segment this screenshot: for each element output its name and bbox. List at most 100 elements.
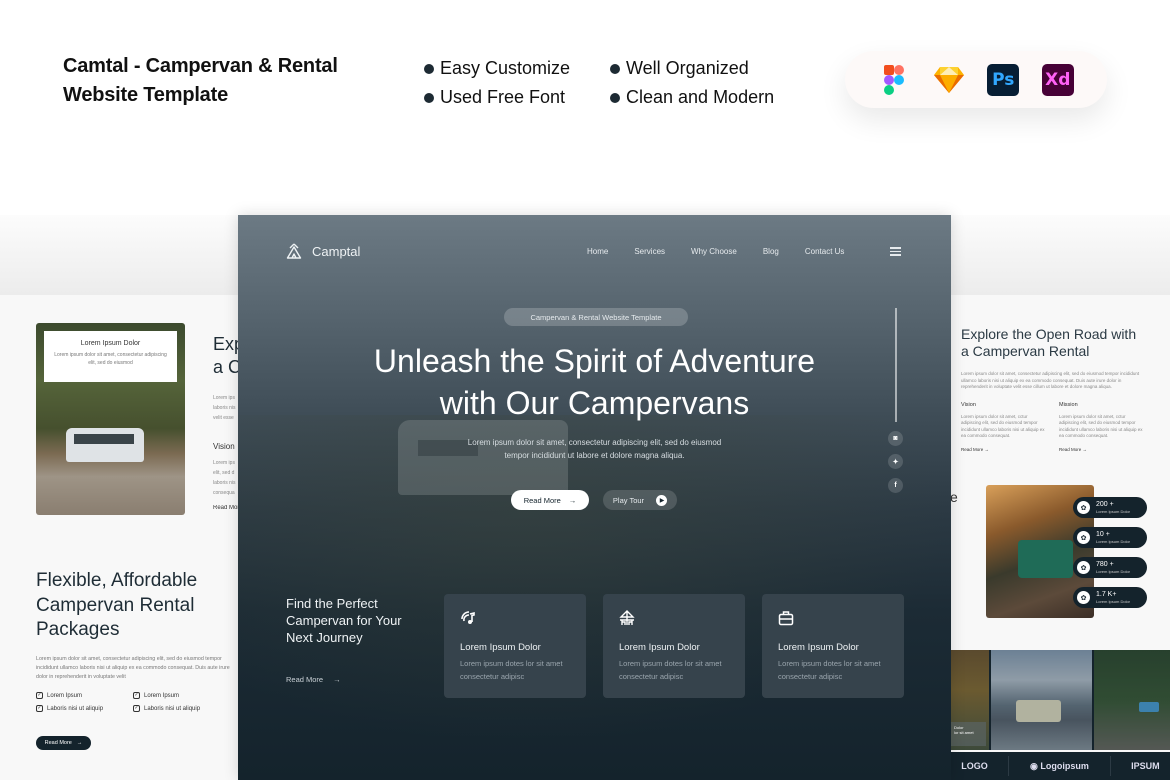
product-title-line1: Camtal - Campervan & Rental [63, 55, 338, 77]
card-desc-line: Lorem ipsum dotes lor sit amet [619, 659, 722, 668]
vision-read-more-link[interactable]: Read More [213, 505, 238, 511]
features-list-1: Easy Customize Used Free Font [424, 54, 570, 112]
play-tour-button[interactable]: Play Tour ▶ [603, 490, 677, 510]
hero-description: Lorem ipsum dolor sit amet, consectetur … [238, 436, 951, 462]
twitter-icon[interactable]: ✦ [888, 454, 903, 469]
campsite-icon [619, 610, 635, 626]
partner-logo: LOGO [961, 761, 988, 771]
feature-card[interactable]: Lorem Ipsum Dolor Lorem ipsum dotes lor … [444, 594, 586, 698]
link-label: Read More [1059, 447, 1082, 453]
check-label: Lorem Ipsum [144, 692, 180, 699]
bullet-icon [610, 63, 620, 74]
gallery-photo[interactable] [1093, 650, 1170, 750]
card-desc-line: consectetur adipisc [778, 672, 843, 681]
facebook-icon[interactable]: f [888, 478, 903, 493]
product-title-line2: Website Template [63, 84, 228, 106]
find-read-more-link[interactable]: Read More → [286, 675, 341, 684]
stat-badge: ✿ 1.7 K+ Lorem Ipsum Dolor [1073, 587, 1147, 608]
sketch-icon [933, 64, 965, 96]
burger-line [890, 247, 901, 249]
brand-logo[interactable]: Camptal [286, 243, 360, 259]
hero-title-line: with Our Campervans [439, 385, 750, 421]
mission-heading: Mission [1059, 402, 1078, 408]
heading-line: Find the Perfect [286, 596, 378, 611]
divider [1109, 756, 1111, 776]
stat-label: Lorem Ipsum Dolor [1096, 599, 1131, 604]
nav-home[interactable]: Home [587, 247, 608, 256]
briefcase-icon [778, 610, 794, 626]
green-van-image [1018, 540, 1073, 578]
explore-heading-cropped: Exp a C [213, 333, 238, 379]
brand-name: Camptal [312, 243, 361, 259]
vision-column: Vision Lorem ipsum dolor sit amet, cctur… [961, 402, 1046, 452]
tools-badge: Ps Xd [845, 51, 1107, 108]
badge-icon: ✿ [1077, 561, 1090, 574]
badge-icon: ✿ [1077, 591, 1090, 604]
check-icon: ✓ [36, 692, 43, 699]
stat-label: Lorem Ipsum Dolor [1096, 569, 1131, 574]
desc-line: Lorem ips [213, 460, 235, 466]
card-title: Lorem Ipsum Dolor [460, 642, 541, 653]
hamburger-menu-icon[interactable] [890, 247, 901, 256]
nav-contact-us[interactable]: Contact Us [805, 247, 845, 256]
desc-line: Lorem ips [213, 395, 235, 401]
feature-label: Clean and Modern [626, 87, 775, 107]
nav-blog[interactable]: Blog [763, 247, 779, 256]
explore-open-road-desc: Lorem ipsum dolor sit amet, consectetur … [961, 371, 1140, 389]
hero-read-more-button[interactable]: Read More → [511, 490, 589, 510]
heading-line: Campervan Rental [36, 594, 195, 616]
partner-logo: ◉ Logoipsum [1030, 761, 1089, 772]
mission-read-more-link[interactable]: Read More → [1059, 447, 1144, 452]
gallery-photo[interactable]: Dolor lor sit amet [951, 650, 989, 750]
gallery-overlay-card: Dolor lor sit amet [951, 722, 986, 746]
photo-caption-card: Lorem Ipsum Dolor Lorem ipsum dolor sit … [44, 331, 177, 382]
heading-line: Explore the Open Road with [961, 326, 1137, 342]
packages-read-more-button[interactable]: Read More → [36, 736, 91, 750]
xd-icon: Xd [1041, 63, 1074, 96]
overlay-desc: lor sit amet [954, 730, 974, 735]
template-showcase: Camtal - Campervan & Rental Website Temp… [0, 0, 1170, 780]
check-item: ✓ Laboris nisi ut aliquip [36, 705, 133, 712]
feature-label: Used Free Font [440, 87, 566, 107]
burger-line [890, 254, 901, 256]
explore-line: Exp [213, 334, 238, 354]
button-label: Read More [523, 495, 561, 505]
figma-icon [878, 64, 910, 96]
desc-line: laboris nis [213, 405, 236, 411]
flexible-packages-heading: Flexible, Affordable Campervan Rental Pa… [36, 569, 197, 643]
check-label: Lorem Ipsum [47, 692, 83, 699]
heading-line: Flexible, Affordable [36, 570, 198, 591]
partner-logo: IPSUM [1131, 761, 1160, 771]
burger-line [890, 250, 901, 253]
card-desc-line: consectetur adipisc [619, 672, 684, 681]
hero-preview: Camptal Home Services Why Choose Blog Co… [238, 215, 951, 780]
desc-line: velit esse [213, 415, 234, 421]
badge-icon: ✿ [1077, 501, 1090, 514]
social-divider-line [895, 308, 897, 422]
feature-label: Well Organized [626, 58, 749, 78]
navbar: Camptal Home Services Why Choose Blog Co… [238, 215, 951, 290]
stat-label: Lorem Ipsum Dolor [1096, 539, 1131, 544]
button-label: Play Tour [612, 495, 645, 505]
caption-title: Lorem Ipsum Dolor [80, 340, 141, 347]
nav-why-choose[interactable]: Why Choose [691, 247, 737, 256]
desc-line: consequa [213, 490, 235, 496]
find-campervan-heading: Find the Perfect Campervan for Your Next… [286, 595, 402, 646]
check-icon: ✓ [133, 705, 140, 712]
feature-card[interactable]: Lorem Ipsum Dolor Lorem ipsum dotes lor … [762, 594, 904, 698]
stat-badge: ✿ 200 + Lorem Ipsum Dolor [1073, 497, 1147, 518]
gallery-photo[interactable] [990, 650, 1092, 750]
feature-card[interactable]: Lorem Ipsum Dolor Lorem ipsum dotes lor … [603, 594, 745, 698]
stat-label: Lorem Ipsum Dolor [1096, 509, 1131, 514]
nav-services[interactable]: Services [634, 247, 665, 256]
explore-line: a C [213, 357, 238, 377]
package-checklist: ✓ Lorem Ipsum ✓ Lorem Ipsum ✓ Laboris nisi … [36, 692, 230, 712]
divider [1008, 756, 1010, 776]
instagram-icon[interactable]: ◙ [888, 431, 903, 446]
badge-icon: ✿ [1077, 531, 1090, 544]
arrow-right-icon: → [333, 675, 341, 684]
vision-read-more-link[interactable]: Read More → [961, 447, 1046, 452]
card-desc-line: consectetur adipisc [460, 672, 525, 681]
mission-column: Mission Lorem ipsum dolor sit amet, cctu… [1059, 402, 1144, 452]
feature-item: Easy Customize [424, 54, 570, 83]
